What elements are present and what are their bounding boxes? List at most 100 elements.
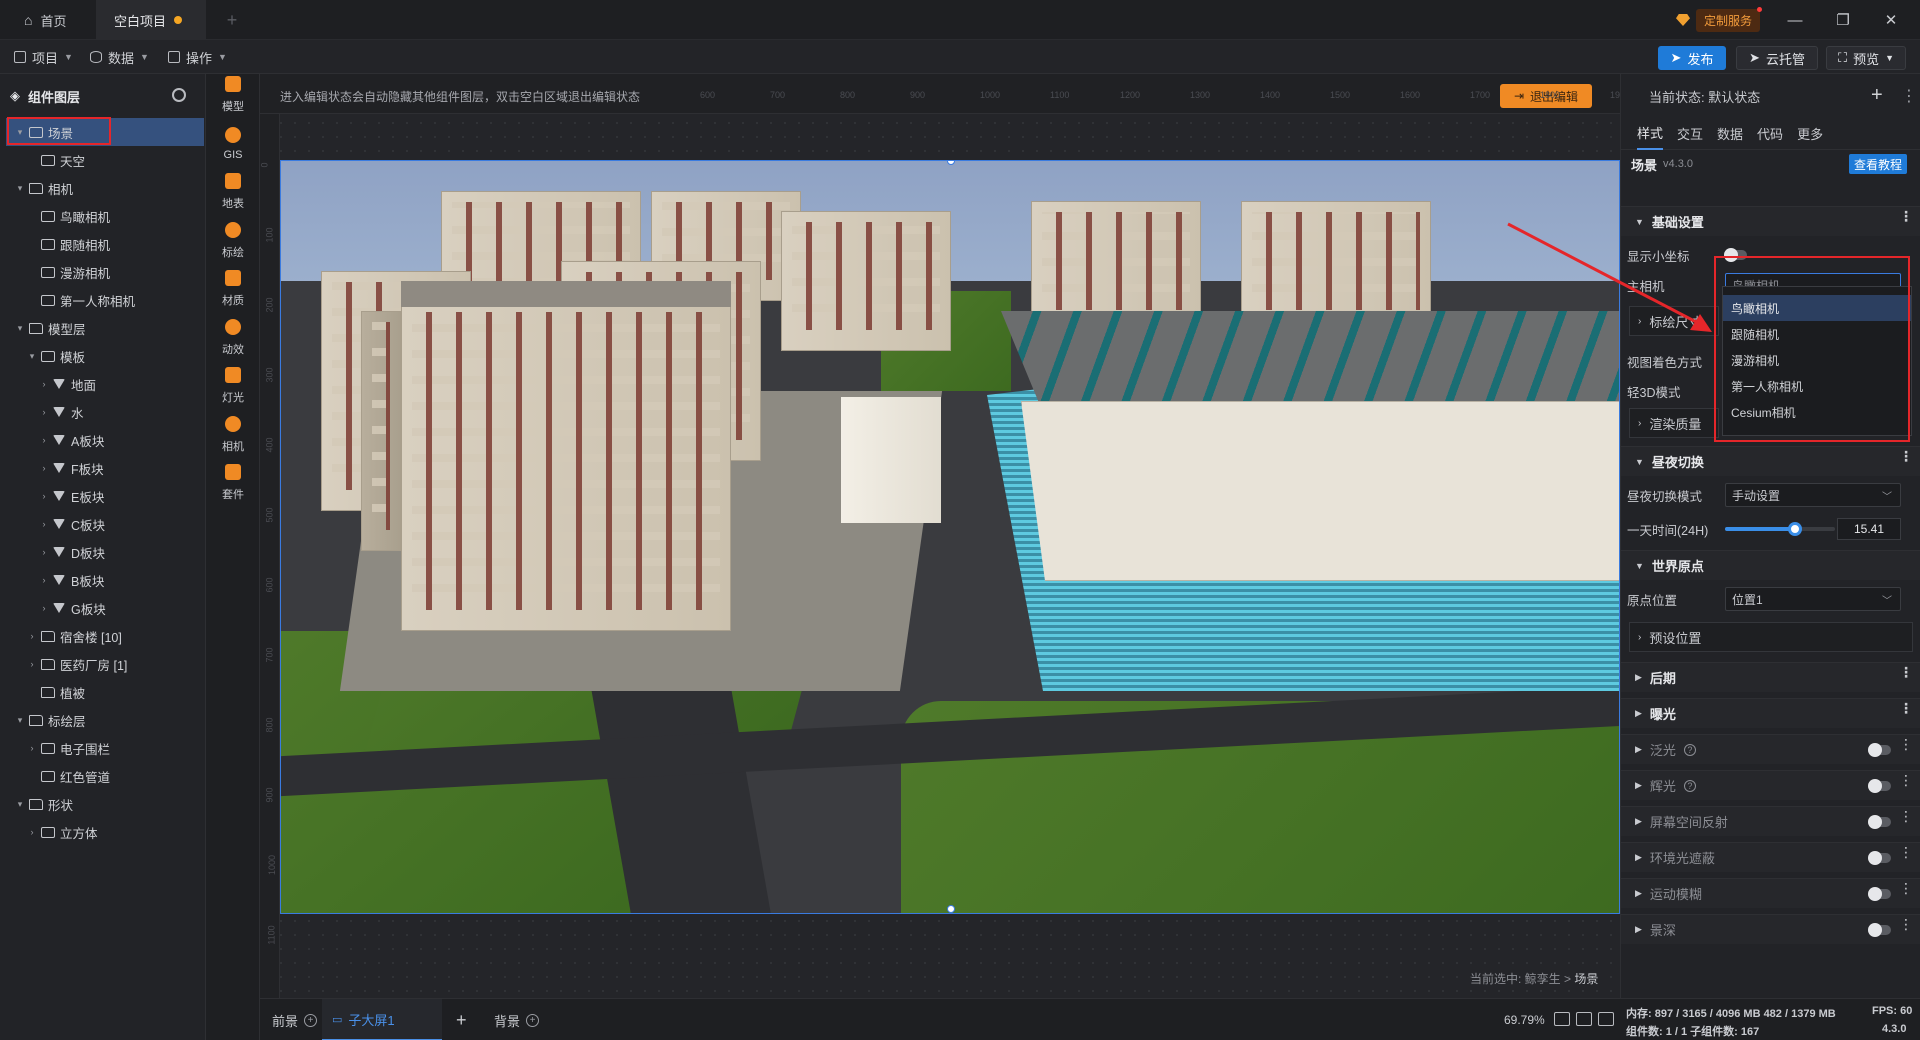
current-state[interactable]: 当前状态: 默认状态 bbox=[1649, 87, 1760, 106]
more-vertical-icon[interactable]: ⋮ bbox=[1901, 86, 1917, 106]
scene-viewport[interactable] bbox=[280, 160, 1620, 914]
expand-arrow-icon[interactable]: › bbox=[26, 827, 38, 837]
tree-item[interactable]: › 水 bbox=[6, 398, 204, 426]
expand-arrow-icon[interactable]: › bbox=[38, 603, 50, 613]
add-screen-button[interactable]: + bbox=[456, 999, 467, 1040]
tree-item[interactable]: 植被 bbox=[6, 678, 204, 706]
tree-item[interactable]: › E板块 bbox=[6, 482, 204, 510]
close-button[interactable]: ✕ bbox=[1876, 8, 1906, 32]
tree-item[interactable]: 鸟瞰相机 bbox=[6, 202, 204, 230]
selection-handle[interactable] bbox=[947, 905, 955, 913]
tree-item[interactable]: › F板块 bbox=[6, 454, 204, 482]
expand-arrow-icon[interactable]: › bbox=[38, 407, 50, 417]
selection-current[interactable]: 场景 bbox=[1574, 972, 1598, 986]
tree-item[interactable]: › A板块 bbox=[6, 426, 204, 454]
expand-arrow-icon[interactable]: › bbox=[38, 575, 50, 585]
more-vertical-icon[interactable]: ⋮ bbox=[1899, 845, 1913, 859]
add-state-button[interactable]: + bbox=[1871, 84, 1883, 107]
component-kit[interactable]: 套件 bbox=[206, 458, 260, 508]
day-night-mode-select[interactable]: 手动设置 ﹀ bbox=[1725, 483, 1901, 507]
cloud-hosting-button[interactable]: ➤ 云托管 bbox=[1736, 46, 1818, 70]
add-circle-icon[interactable]: + bbox=[526, 1013, 540, 1027]
tree-item[interactable]: › B板块 bbox=[6, 566, 204, 594]
tree-item[interactable]: ▾ 标绘层 bbox=[6, 706, 204, 734]
add-tab-button[interactable]: + bbox=[220, 0, 244, 40]
tab-home[interactable]: ⌂ 首页 bbox=[6, 0, 86, 40]
bloom-toggle[interactable] bbox=[1868, 743, 1891, 757]
expand-arrow-icon[interactable]: ▾ bbox=[14, 323, 26, 334]
more-vertical-icon[interactable]: ⋮ bbox=[1899, 917, 1913, 931]
search-icon[interactable] bbox=[172, 88, 186, 102]
more-vertical-icon[interactable]: ⋮ bbox=[1899, 449, 1913, 463]
expand-arrow-icon[interactable]: › bbox=[26, 743, 38, 753]
section-world-origin[interactable]: ▼ 世界原点 bbox=[1621, 550, 1920, 580]
preview-button[interactable]: ⛶ 预览 ▼ bbox=[1826, 46, 1906, 70]
tab-style[interactable]: 样式 bbox=[1637, 118, 1664, 150]
section-post[interactable]: ▶ 后期 ⋮ bbox=[1621, 662, 1920, 692]
expand-arrow-icon[interactable]: ▾ bbox=[14, 799, 26, 810]
expand-arrow-icon[interactable]: ▾ bbox=[26, 351, 38, 362]
tree-item[interactable]: ▾ 模型层 bbox=[6, 314, 204, 342]
expand-arrow-icon[interactable]: › bbox=[38, 435, 50, 445]
tab-code[interactable]: 代码 bbox=[1757, 118, 1783, 150]
subsection-render-quality[interactable]: › 渲染质量 bbox=[1629, 408, 1719, 438]
restore-button[interactable]: ❐ bbox=[1828, 8, 1858, 32]
glow-toggle[interactable] bbox=[1868, 779, 1891, 793]
tree-item[interactable]: ▾ 相机 bbox=[6, 174, 204, 202]
more-vertical-icon[interactable]: ⋮ bbox=[1899, 773, 1913, 787]
tree-item[interactable]: 红色管道 bbox=[6, 762, 204, 790]
more-vertical-icon[interactable]: ⋮ bbox=[1899, 665, 1913, 679]
tree-item[interactable]: › 医药厂房 [1] bbox=[6, 650, 204, 678]
component-terrain[interactable]: 地表 bbox=[206, 167, 260, 217]
tree-item[interactable]: › 宿舍楼 [10] bbox=[6, 622, 204, 650]
more-vertical-icon[interactable]: ⋮ bbox=[1899, 737, 1913, 751]
component-gis[interactable]: GIS bbox=[206, 119, 260, 169]
expand-arrow-icon[interactable]: › bbox=[38, 547, 50, 557]
section-basic-settings[interactable]: ▼ 基础设置 ⋮ bbox=[1621, 206, 1920, 236]
subsection-preset-position[interactable]: › 预设位置 bbox=[1629, 622, 1913, 652]
expand-arrow-icon[interactable]: › bbox=[38, 463, 50, 473]
component-plot[interactable]: 标绘 bbox=[206, 216, 260, 266]
section-day-night[interactable]: ▼ 昼夜切换 ⋮ bbox=[1621, 446, 1920, 476]
keyboard-icon[interactable] bbox=[1576, 1012, 1592, 1026]
subsection-label-size[interactable]: › 标绘尺寸 bbox=[1629, 306, 1719, 336]
tab-sub-screen[interactable]: ▭ 子大屏1 bbox=[322, 999, 442, 1040]
section-motion-blur[interactable]: ▶ 运动模糊 ⋮ bbox=[1621, 878, 1920, 908]
add-circle-icon[interactable]: + bbox=[304, 1013, 318, 1027]
slider-knob[interactable] bbox=[1788, 522, 1803, 536]
component-model[interactable]: 模型 bbox=[206, 70, 260, 120]
menu-project[interactable]: 项目 ▼ bbox=[14, 40, 73, 74]
tree-item[interactable]: 天空 bbox=[6, 146, 204, 174]
expand-arrow-icon[interactable]: ▾ bbox=[14, 127, 26, 138]
day-time-input[interactable]: 15.41 bbox=[1837, 518, 1901, 540]
help-icon[interactable]: ? bbox=[1683, 779, 1696, 792]
terminal-icon[interactable] bbox=[1598, 1012, 1614, 1026]
tree-item[interactable]: › 电子围栏 bbox=[6, 734, 204, 762]
tab-foreground[interactable]: 前景 + bbox=[264, 999, 325, 1040]
expand-arrow-icon[interactable]: › bbox=[26, 659, 38, 669]
motion-blur-toggle[interactable] bbox=[1868, 887, 1891, 901]
day-time-slider[interactable] bbox=[1725, 522, 1835, 536]
more-vertical-icon[interactable]: ⋮ bbox=[1899, 809, 1913, 823]
tree-item[interactable]: › 立方体 bbox=[6, 818, 204, 846]
tree-item[interactable]: 第一人称相机 bbox=[6, 286, 204, 314]
section-ao[interactable]: ▶ 环境光遮蔽 ⋮ bbox=[1621, 842, 1920, 872]
tab-background[interactable]: 背景 + bbox=[486, 999, 547, 1040]
origin-position-select[interactable]: 位置1 ﹀ bbox=[1725, 587, 1901, 611]
tab-project[interactable]: 空白项目 bbox=[96, 0, 206, 40]
tab-more[interactable]: 更多 bbox=[1797, 118, 1823, 150]
section-dof[interactable]: ▶ 景深 ⋮ bbox=[1621, 914, 1920, 944]
expand-arrow-icon[interactable]: › bbox=[38, 379, 50, 389]
ao-toggle[interactable] bbox=[1868, 851, 1891, 865]
expand-arrow-icon[interactable]: › bbox=[38, 491, 50, 501]
component-material[interactable]: 材质 bbox=[206, 264, 260, 314]
more-vertical-icon[interactable]: ⋮ bbox=[1899, 701, 1913, 715]
tree-item[interactable]: ▾ 场景 bbox=[6, 118, 204, 146]
dof-toggle[interactable] bbox=[1868, 923, 1891, 937]
help-icon[interactable]: ? bbox=[1683, 743, 1696, 756]
custom-service-button[interactable]: 定制服务 bbox=[1676, 6, 1763, 32]
component-effect[interactable]: 动效 bbox=[206, 313, 260, 363]
expand-arrow-icon[interactable]: ▾ bbox=[14, 183, 26, 194]
tree-item[interactable]: ▾ 形状 bbox=[6, 790, 204, 818]
section-glow[interactable]: ▶ 辉光 ? ⋮ bbox=[1621, 770, 1920, 800]
